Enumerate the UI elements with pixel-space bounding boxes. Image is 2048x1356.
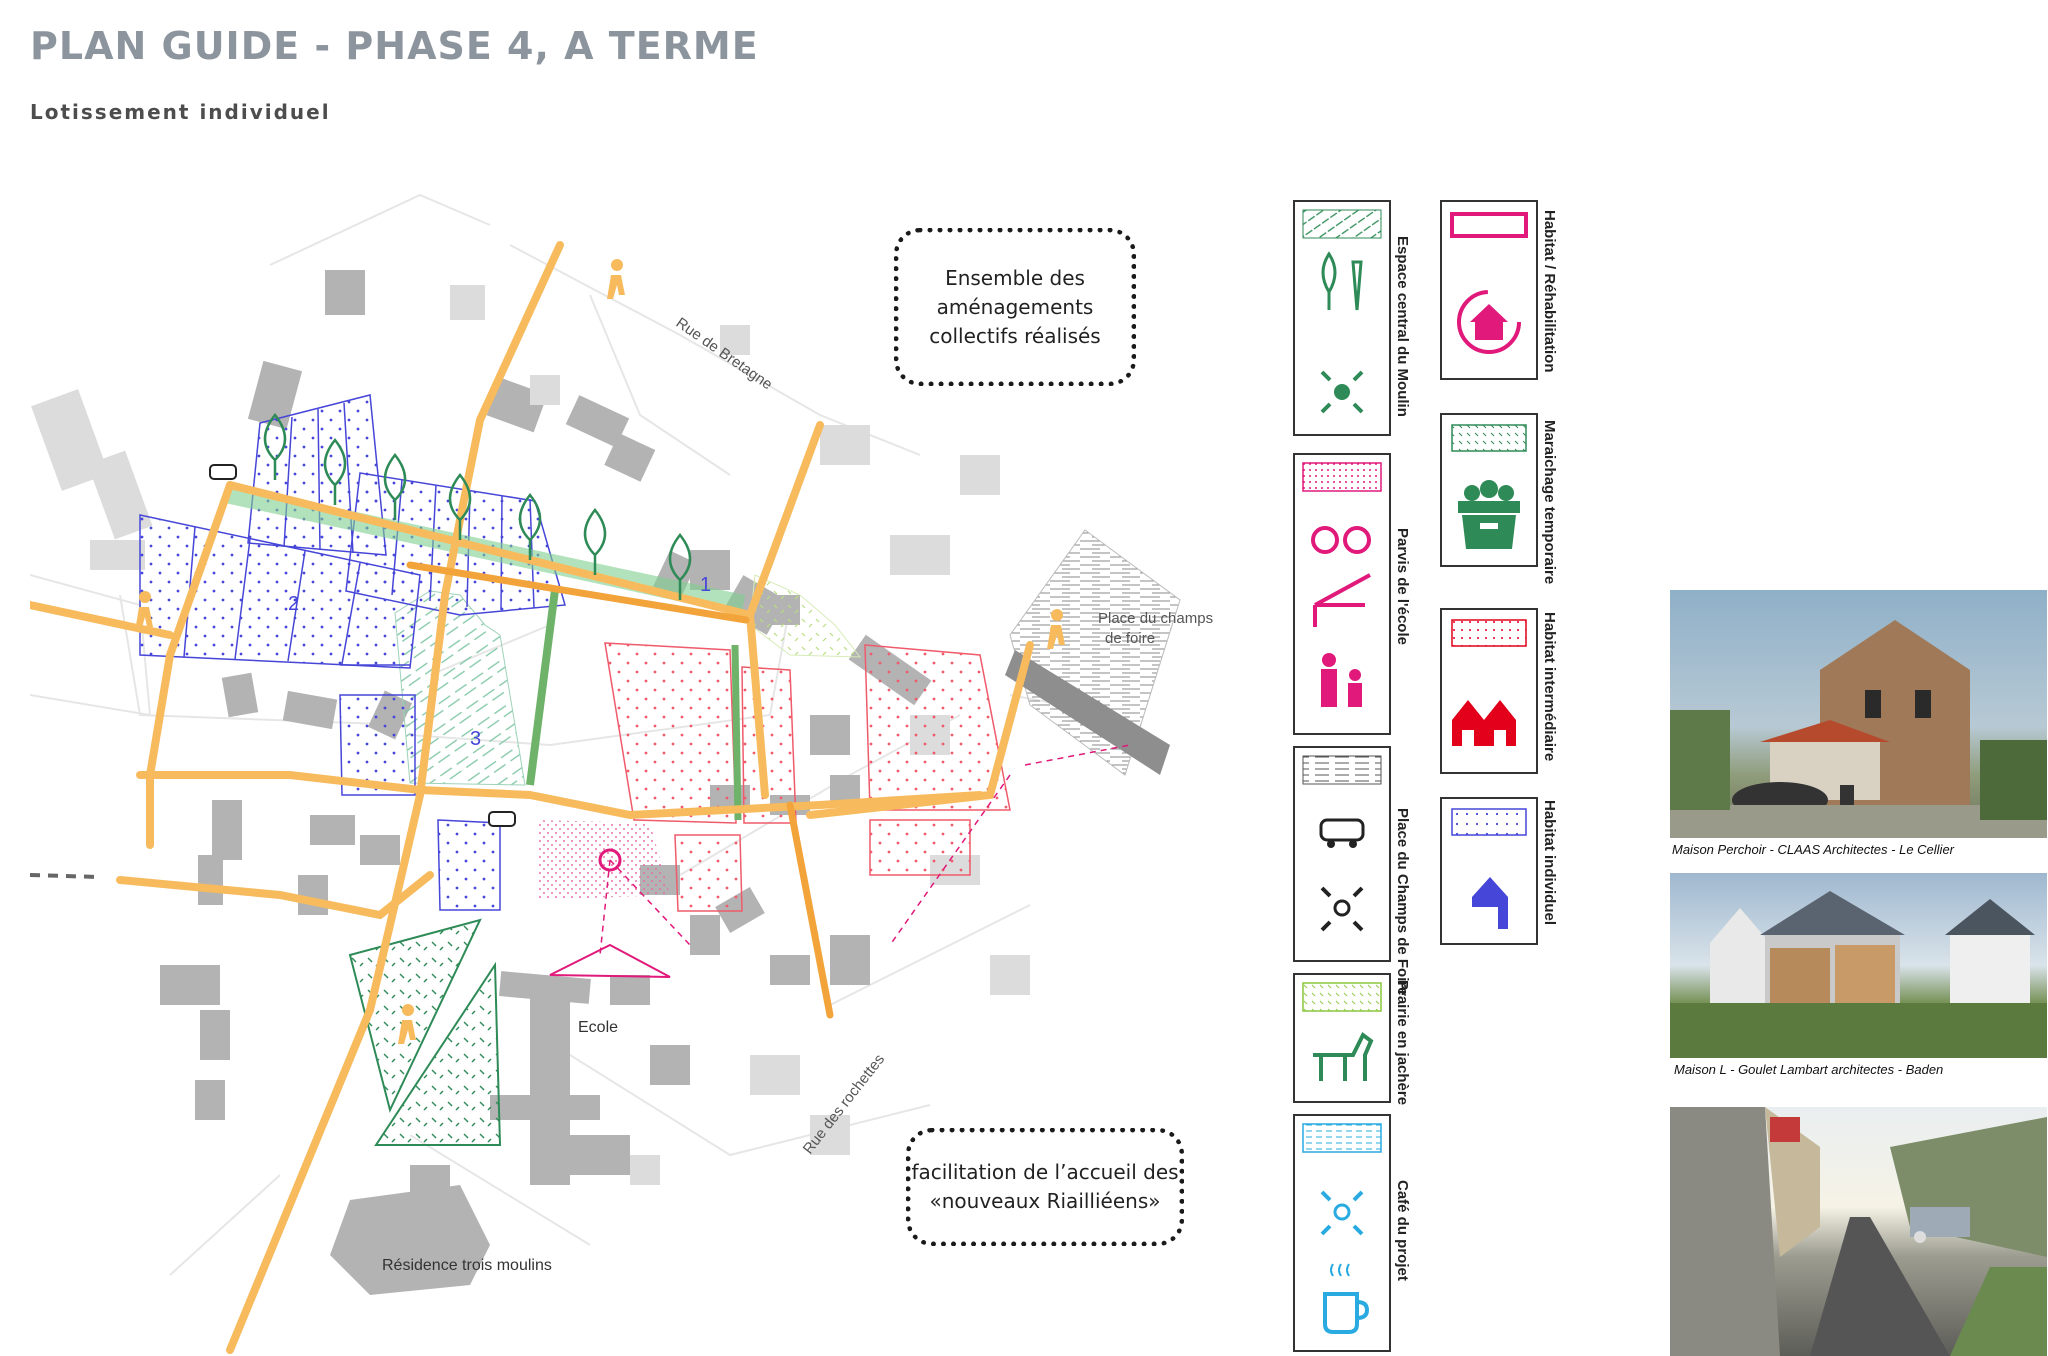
legend-box-prairie	[1293, 973, 1391, 1103]
prairie-area	[749, 574, 862, 658]
photo-maison-perchoir	[1670, 590, 2047, 838]
label-ecole: Ecole	[578, 1019, 618, 1036]
legend-label-habitat-indiv: Habitat individuel	[1541, 800, 1558, 926]
green-path-vertical-2	[731, 644, 742, 821]
photo-maison-l	[1670, 873, 2047, 1058]
callout-top-line-1: Ensemble des	[945, 265, 1085, 290]
legend-box-habitat-rehab	[1440, 200, 1538, 380]
street-drawing	[1670, 1107, 2047, 1356]
legend-prairie-icons	[1302, 982, 1382, 1081]
callout-top-line-2: aménagements	[936, 294, 1094, 319]
page-subtitle: Lotissement individuel	[30, 100, 331, 124]
legend-label-prairie: Prairie en jachère	[1394, 980, 1411, 1106]
ecole-entrance	[549, 943, 671, 978]
legend-label-habitat-inter: Habitat intermédiaire	[1541, 612, 1558, 762]
label-residence: Résidence trois moulins	[382, 1257, 552, 1274]
legend-label-espace-central: Espace central du Moulin	[1394, 236, 1411, 417]
legend-box-cafe	[1293, 1114, 1391, 1352]
legend-cafe-icons	[1302, 1123, 1382, 1334]
legend-label-cafe: Café du projet	[1394, 1180, 1411, 1281]
callout-bottom-line-2: «nouveaux Riailliéens»	[929, 1189, 1161, 1213]
legend-place-champs-icons	[1302, 755, 1382, 932]
green-triangles	[348, 918, 502, 1146]
lot-number-3: 3	[470, 728, 481, 750]
photo-street	[1670, 1107, 2047, 1356]
legend-box-espace-central	[1293, 200, 1391, 436]
legend-box-habitat-inter	[1440, 608, 1538, 774]
legend-habitat-inter-icons	[1451, 619, 1527, 746]
legend-parvis-icons	[1302, 462, 1382, 707]
callout-accueil: facilitation de l’accueil des «nouveaux …	[906, 1128, 1184, 1246]
callout-amenagements: Ensemble des aménagements collectifs réa…	[894, 228, 1136, 386]
dashed-path-west	[30, 873, 101, 879]
legend-box-parvis	[1293, 453, 1391, 735]
callout-top-line-3: collectifs réalisés	[929, 323, 1101, 348]
legend-box-habitat-indiv	[1440, 797, 1538, 945]
green-path-vertical	[526, 589, 559, 786]
legend-espace-central-icons	[1302, 209, 1382, 414]
legend-label-parvis: Parvis de l'école	[1394, 528, 1411, 645]
callout-bottom-line-1: facilitation de l’accueil des	[911, 1160, 1179, 1184]
caption-maison-perchoir: Maison Perchoir - CLAAS Architectes - Le…	[1672, 842, 1955, 857]
house-drawing-1	[1670, 620, 2047, 838]
page-title: PLAN GUIDE - PHASE 4, A TERME	[30, 24, 759, 68]
legend-label-place-champs: Place du Champs de Foire	[1394, 808, 1411, 996]
legend-box-place-champs	[1293, 746, 1391, 962]
legend-maraichage-icons	[1451, 424, 1527, 549]
legend-label-habitat-rehab: Habitat / Réhabilitation	[1541, 210, 1558, 373]
label-champs-foire-2: de foire	[1105, 630, 1155, 647]
lot-number-1: 1	[700, 574, 711, 596]
legend-label-maraichage: Maraichage temporaire	[1541, 420, 1558, 585]
label-champs-foire-1: Place du champs	[1098, 610, 1213, 627]
house-drawing-2	[1670, 891, 2047, 1058]
legend-habitat-rehab-icons	[1450, 212, 1528, 354]
caption-maison-l: Maison L - Goulet Lambart architectes - …	[1674, 1062, 1944, 1077]
legend-box-maraichage	[1440, 413, 1538, 567]
parvis-ecole-area	[538, 820, 670, 900]
legend-habitat-indiv-icons	[1451, 808, 1527, 929]
lot-number-2: 2	[288, 593, 299, 615]
